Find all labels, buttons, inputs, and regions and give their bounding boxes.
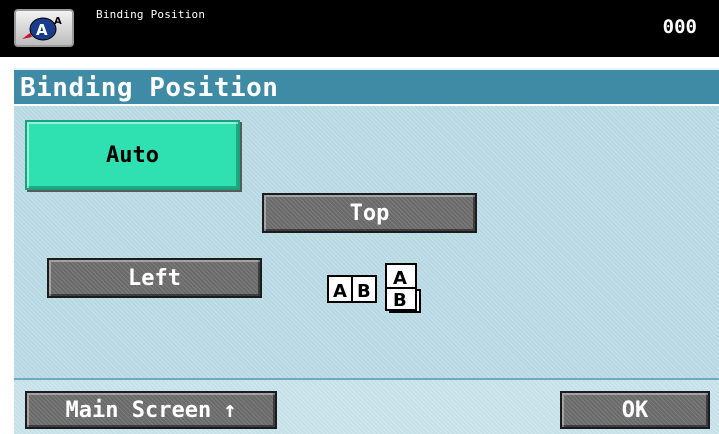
return-arrow-icon: ↑ xyxy=(223,397,237,423)
main-screen-label: Main Screen xyxy=(65,397,212,423)
left-binding-book-icon: A B xyxy=(327,275,377,303)
auto-button[interactable]: Auto xyxy=(25,120,240,190)
svg-text:A: A xyxy=(36,21,48,39)
svg-text:A: A xyxy=(333,281,347,302)
svg-text:B: B xyxy=(357,281,371,302)
svg-text:B: B xyxy=(393,290,407,311)
binding-position-icon: A B A B xyxy=(327,263,421,313)
page-title: Binding Position xyxy=(20,73,279,103)
page-header: Binding Position xyxy=(14,68,719,104)
copy-mode-icon[interactable]: A A xyxy=(14,9,74,47)
svg-text:A: A xyxy=(393,268,407,289)
auto-button-label: Auto xyxy=(106,142,159,168)
window-title: Binding Position xyxy=(96,8,206,21)
job-counter: 000 xyxy=(662,16,697,38)
ok-button[interactable]: OK xyxy=(560,391,710,429)
copy-mode-glyph-icon: A A xyxy=(22,16,62,41)
ok-button-label: OK xyxy=(621,397,649,423)
left-button[interactable]: Left xyxy=(47,258,262,298)
top-bar: A A Binding Position 000 xyxy=(0,0,719,57)
svg-text:A: A xyxy=(54,16,62,27)
top-button-label: Top xyxy=(349,200,390,226)
left-button-label: Left xyxy=(128,265,181,291)
top-binding-book-icon: A B xyxy=(385,263,421,313)
top-button[interactable]: Top xyxy=(262,193,477,233)
main-screen-button[interactable]: Main Screen ↑ xyxy=(25,391,277,429)
